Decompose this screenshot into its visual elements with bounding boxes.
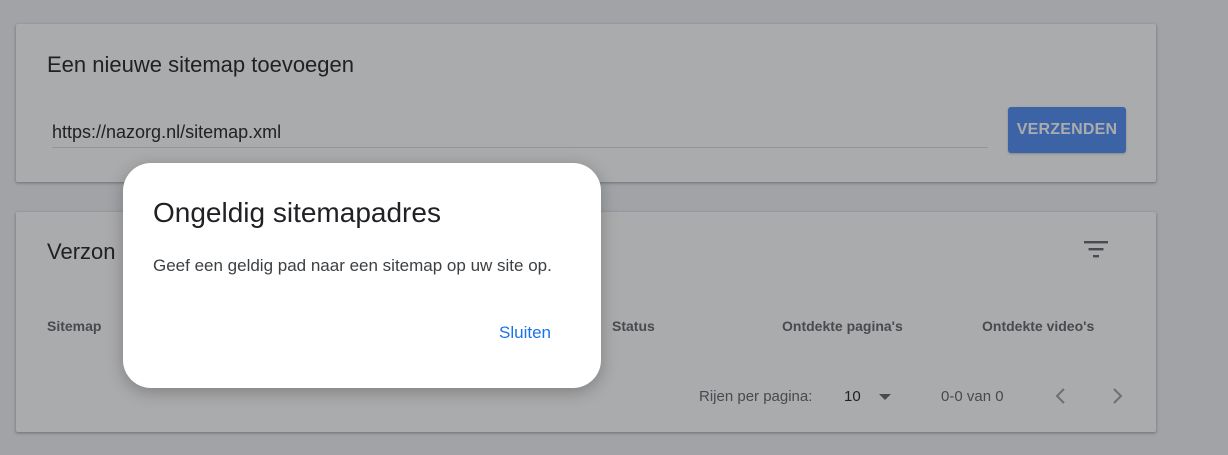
dialog-title: Ongeldig sitemapadres [153,197,441,228]
dialog-message: Geef een geldig pad naar een sitemap op … [153,256,552,275]
invalid-sitemap-dialog: Ongeldig sitemapadres Geef een geldig pa… [123,163,601,388]
close-button[interactable]: Sluiten [485,315,565,351]
